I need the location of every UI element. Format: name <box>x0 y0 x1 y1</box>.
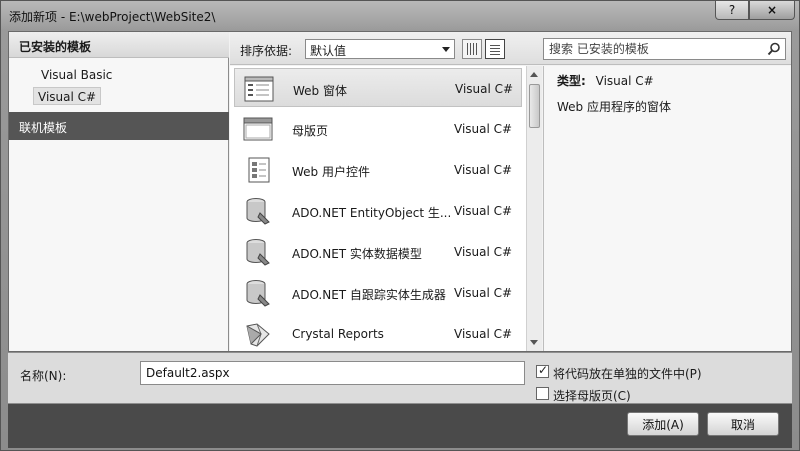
template-name: Web 窗体 <box>293 84 347 98</box>
view-list-button[interactable] <box>462 39 482 59</box>
template-name: ADO.NET 实体数据模型 <box>292 247 422 261</box>
template-type: 类型: Visual C# <box>557 72 654 89</box>
scroll-up-icon[interactable] <box>530 72 538 77</box>
database-icon <box>246 239 270 266</box>
template-row-ado-entity-data-model[interactable]: ADO.NET 实体数据模型 Visual C# <box>234 232 522 271</box>
template-language: Visual C# <box>454 245 513 259</box>
search-icon[interactable] <box>767 42 781 56</box>
list-view-icon <box>467 43 477 55</box>
usercontrol-icon <box>248 157 270 183</box>
template-row-crystal-reports[interactable]: Crystal Reports Visual C# <box>234 314 522 351</box>
scroll-down-icon[interactable] <box>530 340 538 345</box>
master-page-label: 选择母版页(C) <box>553 389 631 403</box>
category-visual-csharp[interactable]: Visual C# <box>33 87 102 105</box>
dialog-body: 已安装的模板 Visual Basic Visual C# 联机模板 排序依据:… <box>8 31 792 352</box>
chevron-down-icon <box>442 47 450 52</box>
online-templates-header[interactable]: 联机模板 <box>9 112 229 140</box>
toolbar: 排序依据: 默认值 <box>230 32 791 65</box>
search-input[interactable] <box>544 39 760 59</box>
cancel-button[interactable]: 取消 <box>707 412 779 436</box>
template-language: Visual C# <box>454 286 513 300</box>
checkbox-checked[interactable] <box>536 363 549 378</box>
database-icon <box>246 198 270 225</box>
template-name: Web 用户控件 <box>292 165 370 179</box>
template-details-panel: 类型: Visual C# Web 应用程序的窗体 <box>543 66 791 351</box>
masterpage-icon <box>243 117 273 141</box>
name-options-area: 名称(N): 将代码放在单独的文件中(P) 选择母版页(C) <box>8 353 792 403</box>
sort-label: 排序依据: <box>240 44 293 58</box>
template-language: Visual C# <box>454 327 513 341</box>
template-row-master-page[interactable]: 母版页 Visual C# <box>234 109 522 148</box>
type-value: Visual C# <box>595 74 654 88</box>
template-row-user-control[interactable]: Web 用户控件 Visual C# <box>234 150 522 189</box>
close-button[interactable]: × <box>749 1 795 20</box>
template-name: ADO.NET EntityObject 生... <box>292 206 450 220</box>
category-visual-basic[interactable]: Visual Basic <box>37 66 116 84</box>
template-name: Crystal Reports <box>292 327 384 341</box>
checkbox-unchecked[interactable] <box>536 387 549 400</box>
template-description: Web 应用程序的窗体 <box>557 100 671 114</box>
template-language: Visual C# <box>454 122 513 136</box>
webform-icon <box>244 76 274 102</box>
master-page-checkbox[interactable]: 选择母版页(C) <box>536 386 786 403</box>
template-list-scrollbar[interactable] <box>526 66 542 351</box>
add-button[interactable]: 添加(A) <box>627 412 699 436</box>
template-language: Visual C# <box>455 82 514 96</box>
name-label: 名称(N): <box>20 369 67 383</box>
search-box <box>543 38 786 60</box>
window-title: 添加新项 - E:\webProject\WebSite2\ <box>9 10 216 24</box>
sort-value: 默认值 <box>310 44 347 58</box>
template-language: Visual C# <box>454 163 513 177</box>
template-row-ado-self-tracking[interactable]: ADO.NET 自跟踪实体生成器 Visual C# <box>234 273 522 312</box>
sort-dropdown[interactable]: 默认值 <box>305 39 455 59</box>
template-language: Visual C# <box>454 204 513 218</box>
template-category-panel: 已安装的模板 Visual Basic Visual C# 联机模板 <box>9 32 229 351</box>
database-icon <box>246 280 270 307</box>
crystal-reports-icon <box>246 323 270 347</box>
name-input[interactable] <box>140 361 525 385</box>
help-button[interactable]: ? <box>715 1 749 20</box>
dialog-footer: 添加(A) 取消 <box>8 404 792 448</box>
add-new-item-dialog: 添加新项 - E:\webProject\WebSite2\ ? × 已安装的模… <box>0 0 800 451</box>
template-row-ado-entityobject[interactable]: ADO.NET EntityObject 生... Visual C# <box>234 191 522 230</box>
view-detail-button[interactable] <box>485 39 505 59</box>
title-bar: 添加新项 - E:\webProject\WebSite2\ ? × <box>1 1 799 31</box>
template-name: ADO.NET 自跟踪实体生成器 <box>292 288 446 302</box>
separate-file-label: 将代码放在单独的文件中(P) <box>553 367 702 381</box>
template-row-web-form[interactable]: Web 窗体 Visual C# <box>234 68 522 107</box>
template-list: Web 窗体 Visual C# 母版页 Visual C# Web 用户控件 … <box>230 66 526 351</box>
scroll-thumb[interactable] <box>529 84 540 128</box>
template-name: 母版页 <box>292 124 329 138</box>
detail-view-icon <box>490 43 500 55</box>
separate-file-checkbox[interactable]: 将代码放在单独的文件中(P) <box>536 363 786 381</box>
installed-templates-header[interactable]: 已安装的模板 <box>9 32 229 58</box>
type-label: 类型: <box>557 74 586 88</box>
